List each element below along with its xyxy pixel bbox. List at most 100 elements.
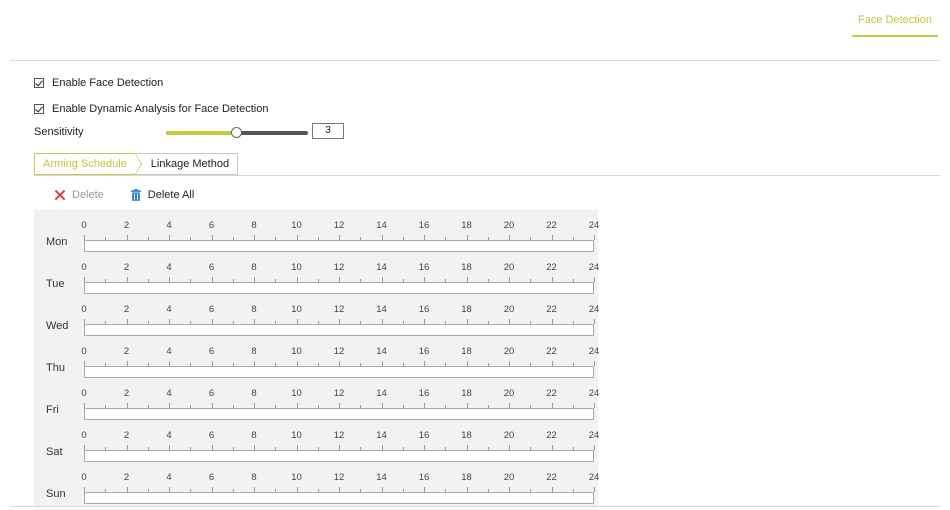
tab-arming-schedule[interactable]: Arming Schedule (34, 153, 142, 175)
hour-label: 2 (123, 304, 130, 315)
hour-label: 22 (546, 430, 557, 441)
hour-label: 18 (461, 220, 472, 231)
header-divider (10, 60, 940, 61)
hour-label: 4 (166, 262, 172, 273)
footer-divider (10, 506, 940, 507)
trash-icon (130, 189, 141, 201)
hour-label: 6 (208, 346, 215, 357)
sensitivity-value[interactable]: 3 (312, 123, 344, 139)
enable-face-detection-checkbox[interactable] (34, 78, 44, 88)
hour-label: 16 (418, 388, 430, 399)
slider-thumb[interactable] (231, 127, 242, 138)
hour-label: 12 (333, 304, 345, 315)
day-label: Thu (46, 362, 65, 374)
hour-label: 14 (376, 346, 387, 357)
hour-label: 16 (418, 262, 430, 273)
hour-label: 4 (166, 346, 172, 357)
hour-label: 0 (81, 388, 87, 399)
hour-label: 14 (376, 472, 387, 483)
hour-label: 2 (123, 346, 130, 357)
hour-label: 22 (546, 220, 557, 231)
hour-tick (594, 361, 595, 366)
delete-all-button[interactable]: Delete All (130, 189, 194, 201)
hour-label: 24 (588, 388, 600, 399)
hour-label: 4 (166, 430, 172, 441)
hour-label: 24 (588, 346, 600, 357)
hour-label: 10 (291, 472, 302, 483)
hour-label: 2 (123, 220, 130, 231)
hour-label: 10 (291, 346, 302, 357)
tab-face-detection[interactable]: Face Detection (852, 14, 938, 37)
day-label: Tue (46, 278, 65, 290)
tab-linkage-method[interactable]: Linkage Method (134, 153, 239, 175)
hour-label: 4 (166, 472, 172, 483)
hour-label: 12 (333, 388, 345, 399)
hour-label: 2 (123, 388, 130, 399)
hour-label: 24 (588, 430, 600, 441)
sensitivity-slider[interactable] (166, 127, 308, 139)
schedule-bar-sat[interactable] (84, 450, 594, 462)
hour-label: 2 (123, 262, 130, 273)
hour-label: 10 (291, 220, 302, 231)
hour-label: 16 (418, 346, 430, 357)
hour-label: 10 (291, 430, 302, 441)
day-label: Wed (46, 320, 69, 332)
x-icon (55, 190, 65, 200)
hour-label: 22 (546, 472, 557, 483)
hour-tick (594, 487, 595, 492)
enable-dynamic-analysis-row[interactable]: Enable Dynamic Analysis for Face Detecti… (34, 103, 268, 115)
tab-divider (34, 175, 940, 176)
hour-label: 20 (503, 430, 515, 441)
schedule-bar-wed[interactable] (84, 324, 594, 336)
schedule-bar-thu[interactable] (84, 366, 594, 378)
schedule-bar-tue[interactable] (84, 282, 594, 294)
schedule-bar-fri[interactable] (84, 408, 594, 420)
hour-label: 10 (291, 388, 302, 399)
hour-label: 8 (251, 430, 257, 441)
hour-label: 0 (81, 430, 87, 441)
hour-label: 18 (461, 346, 472, 357)
hour-tick (594, 319, 595, 324)
hour-label: 0 (81, 262, 87, 273)
schedule-row-mon: Mon 0 2 4 6 8 10 12 14 16 18 20 22 24 (34, 216, 600, 258)
hour-tick (594, 445, 595, 450)
hour-label: 16 (418, 220, 430, 231)
hour-label: 12 (333, 346, 345, 357)
hour-label: 6 (208, 220, 215, 231)
delete-all-label: Delete All (147, 189, 195, 201)
slider-fill (166, 131, 237, 135)
hour-label: 0 (81, 304, 87, 315)
enable-dynamic-analysis-label: Enable Dynamic Analysis for Face Detecti… (52, 103, 269, 115)
schedule-bar-mon[interactable] (84, 240, 594, 252)
hour-label: 14 (376, 388, 387, 399)
enable-dynamic-analysis-checkbox[interactable] (34, 104, 44, 114)
day-label: Sun (46, 488, 66, 500)
hour-label: 6 (208, 388, 215, 399)
enable-face-detection-row[interactable]: Enable Face Detection (34, 77, 163, 89)
hour-label: 8 (251, 346, 257, 357)
hour-tick (594, 403, 595, 408)
delete-label: Delete (72, 189, 104, 201)
delete-button[interactable]: Delete (54, 189, 104, 201)
hour-label: 6 (208, 262, 215, 273)
hour-label: 22 (546, 346, 557, 357)
hour-label: 20 (503, 304, 515, 315)
schedule-row-wed: Wed 0 2 4 6 8 10 12 14 16 18 20 22 24 (34, 300, 600, 342)
hour-label: 8 (251, 262, 257, 273)
hour-label: 18 (461, 388, 472, 399)
hour-label: 22 (546, 262, 557, 273)
hour-label: 18 (461, 430, 472, 441)
schedule-bar-sun[interactable] (84, 492, 594, 504)
hour-label: 8 (251, 472, 257, 483)
hour-label: 24 (588, 262, 600, 273)
hour-label: 10 (291, 304, 302, 315)
hour-label: 10 (291, 262, 302, 273)
day-label: Sat (46, 446, 63, 458)
day-label: Mon (46, 236, 68, 248)
hour-label: 4 (166, 220, 172, 231)
hour-label: 20 (503, 346, 515, 357)
hour-label: 8 (251, 388, 257, 399)
hour-label: 24 (588, 220, 600, 231)
hour-label: 24 (588, 304, 600, 315)
hour-label: 18 (461, 304, 472, 315)
